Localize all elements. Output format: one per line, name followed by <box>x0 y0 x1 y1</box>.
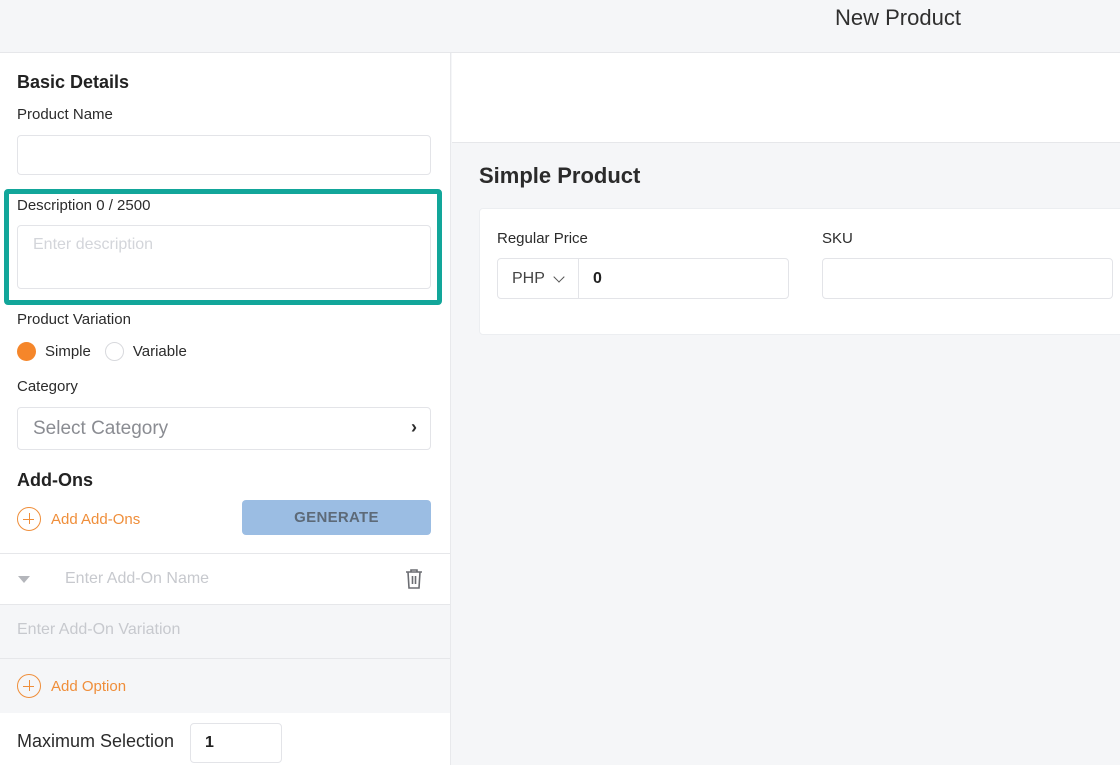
max-selection-label: Maximum Selection <box>17 731 175 751</box>
sku-input[interactable] <box>822 258 1113 299</box>
addon-variation-input[interactable]: Enter Add-On Variation <box>17 621 180 639</box>
add-addons-button[interactable]: Add Add-Ons <box>17 507 140 531</box>
plus-circle-icon <box>17 674 41 698</box>
plus-circle-icon <box>17 507 41 531</box>
page-title: New Product <box>835 5 961 30</box>
right-header-area <box>452 53 1120 143</box>
chevron-down-icon <box>553 270 565 283</box>
currency-select[interactable]: PHP <box>498 259 579 298</box>
caret-down-icon[interactable] <box>18 576 30 583</box>
price-input-group: PHP 0 <box>497 258 789 299</box>
simple-product-title: Simple Product <box>479 163 641 188</box>
max-selection-input[interactable]: 1 <box>190 723 282 763</box>
category-select[interactable]: Select Category › <box>17 407 431 450</box>
add-addons-label: Add Add-Ons <box>51 510 141 528</box>
addon-name-row: Enter Add-On Name <box>0 553 450 605</box>
regular-price-label: Regular Price <box>497 230 588 247</box>
sku-label: SKU <box>822 230 853 247</box>
radio-variable[interactable] <box>104 342 124 361</box>
variation-radio-group: Simple Variable <box>17 342 201 361</box>
addons-title: Add-Ons <box>17 470 93 490</box>
basic-details-title: Basic Details <box>17 72 130 92</box>
add-option-button[interactable]: Add Option <box>17 674 126 698</box>
description-highlight-box <box>4 189 442 305</box>
add-option-label: Add Option <box>51 677 127 695</box>
radio-variable-label[interactable]: Variable <box>133 343 187 360</box>
price-input[interactable]: 0 <box>579 259 602 298</box>
generate-button[interactable]: GENERATE <box>242 500 431 535</box>
radio-simple[interactable] <box>17 342 36 361</box>
product-variation-label: Product Variation <box>17 311 131 328</box>
trash-icon[interactable] <box>404 568 424 595</box>
pricing-card: Regular Price PHP 0 SKU <box>479 208 1120 335</box>
addon-name-input[interactable]: Enter Add-On Name <box>65 570 209 588</box>
chevron-right-icon: › <box>411 417 417 437</box>
top-bar: New Product <box>0 0 1120 53</box>
addon-variation-row: Enter Add-On Variation <box>0 605 450 659</box>
currency-value: PHP <box>512 269 545 287</box>
category-label: Category <box>17 378 78 395</box>
product-name-label: Product Name <box>17 106 113 123</box>
radio-simple-label[interactable]: Simple <box>45 343 91 360</box>
category-placeholder: Select Category <box>33 418 169 439</box>
product-name-input[interactable] <box>17 135 431 175</box>
